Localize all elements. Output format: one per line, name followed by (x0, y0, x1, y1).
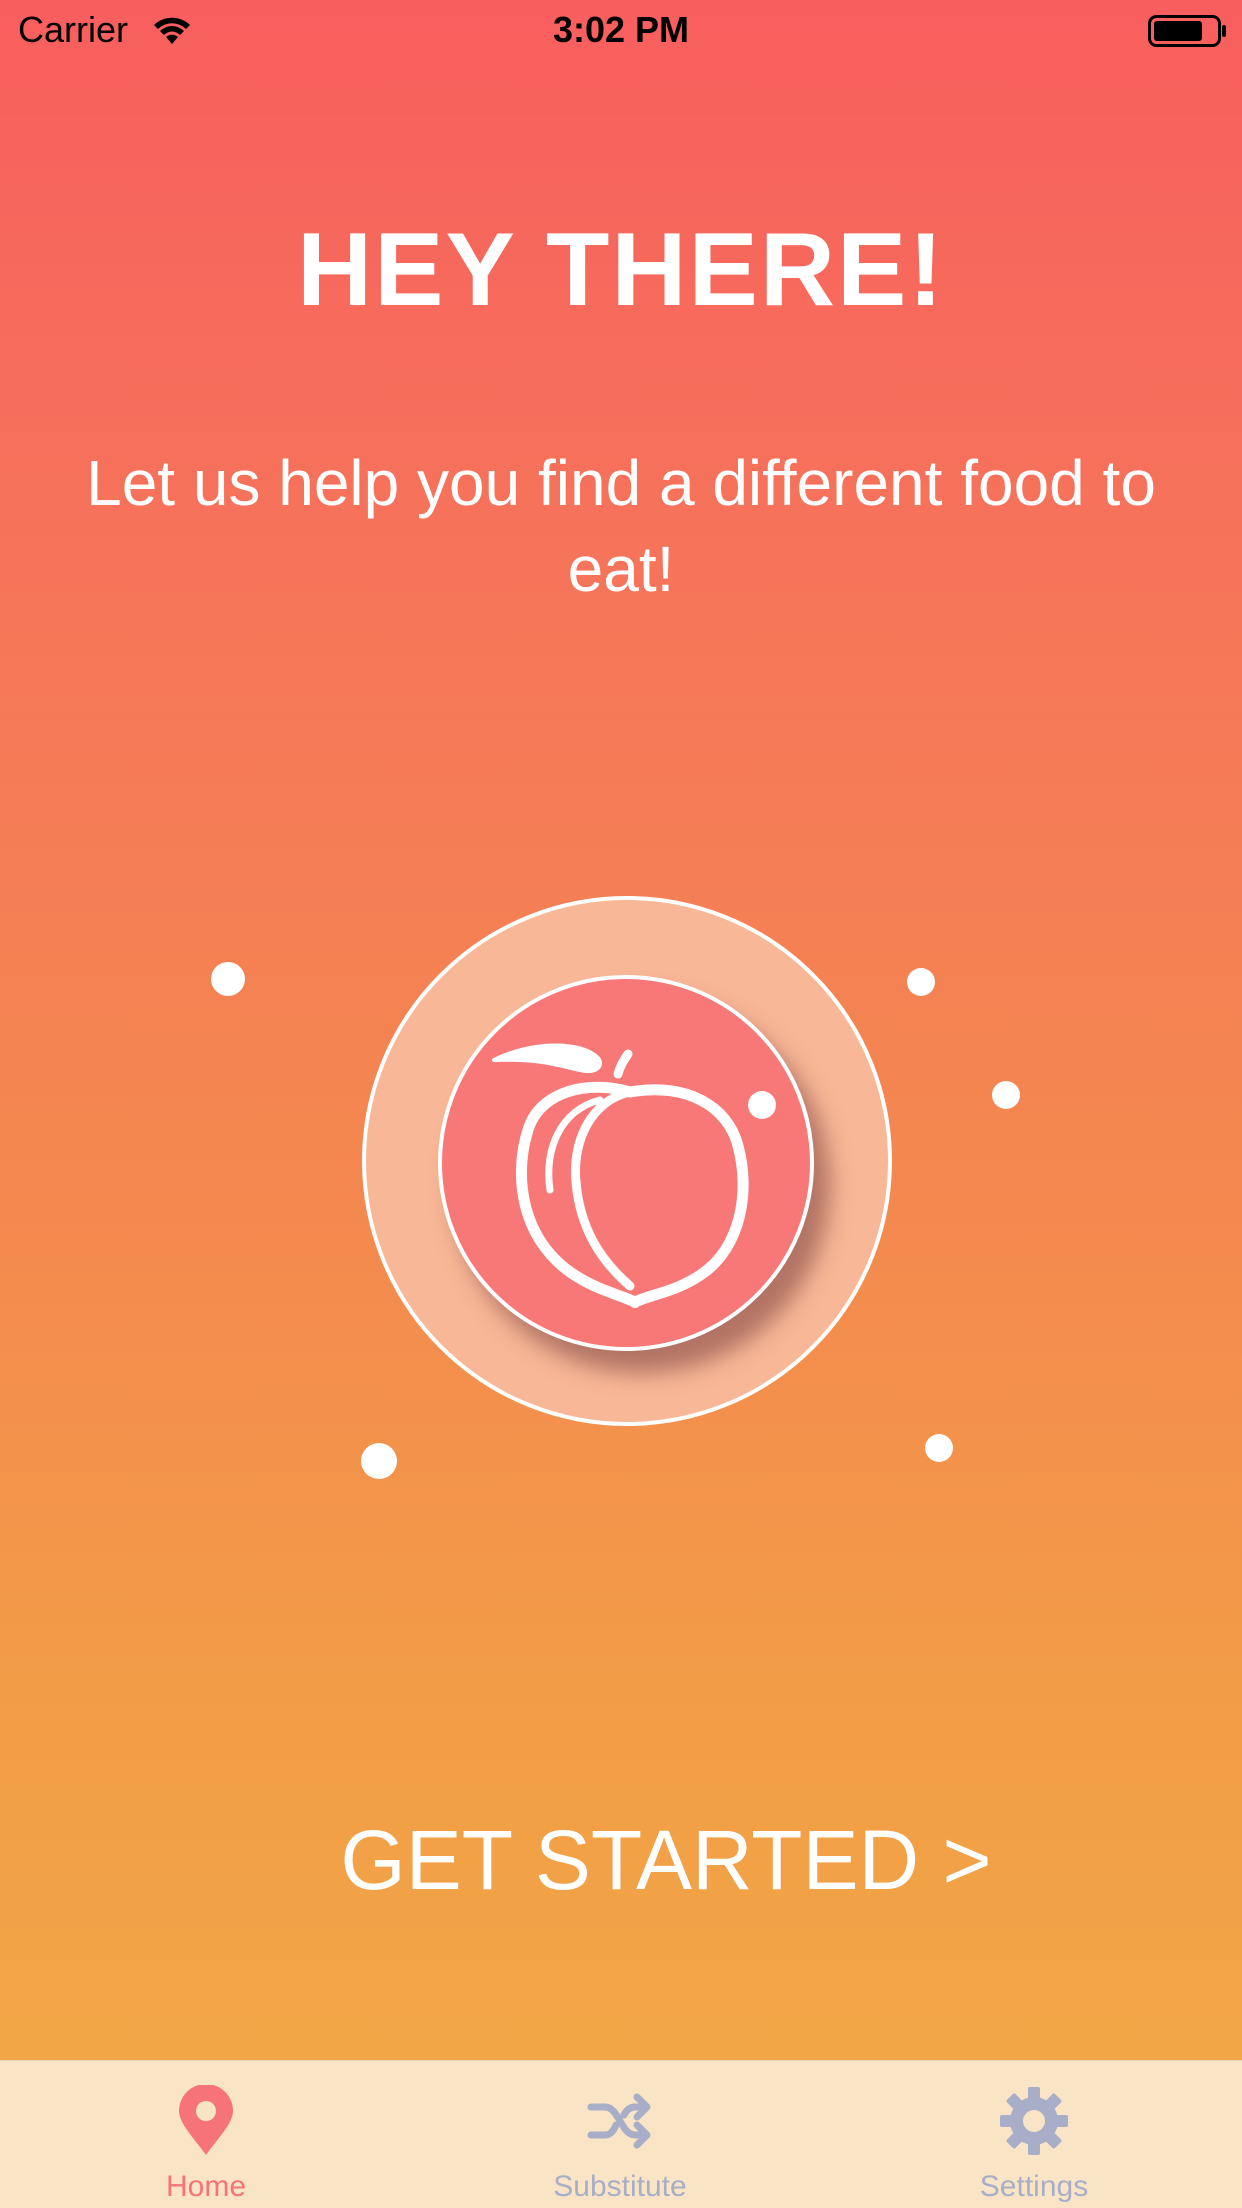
status-time: 3:02 PM (552, 9, 690, 50)
tab-substitute[interactable]: Substitute (470, 2061, 770, 2208)
map-pin-icon (179, 2085, 233, 2155)
page-subtitle: Let us help you find a different food to… (86, 447, 1156, 605)
decorative-dot (211, 962, 245, 996)
shuffle-icon (587, 2093, 651, 2149)
page-title: HEY THERE! (297, 212, 945, 328)
tab-bar: Home Substitute Settings (0, 2060, 1242, 2208)
status-bar: Carrier 3:02 PM (0, 0, 1242, 60)
decorative-dot (361, 1443, 397, 1479)
decorative-dot (907, 968, 935, 996)
tab-substitute-label: Substitute (553, 2170, 687, 2203)
peach-icon (492, 1043, 749, 1308)
decorative-dot (925, 1434, 953, 1462)
tab-settings-label: Settings (979, 2170, 1089, 2203)
gear-icon (1000, 2087, 1068, 2155)
battery-icon (1148, 15, 1226, 47)
home-screen: Carrier 3:02 PM HEY THERE! Let us help y… (0, 0, 1242, 2208)
get-started-button[interactable]: GET STARTED > (0, 1810, 1242, 1910)
decorative-dot (992, 1081, 1020, 1109)
tab-home[interactable]: Home (56, 2061, 356, 2208)
tab-settings[interactable]: Settings (884, 2061, 1184, 2208)
tab-home-label: Home (165, 2170, 247, 2203)
